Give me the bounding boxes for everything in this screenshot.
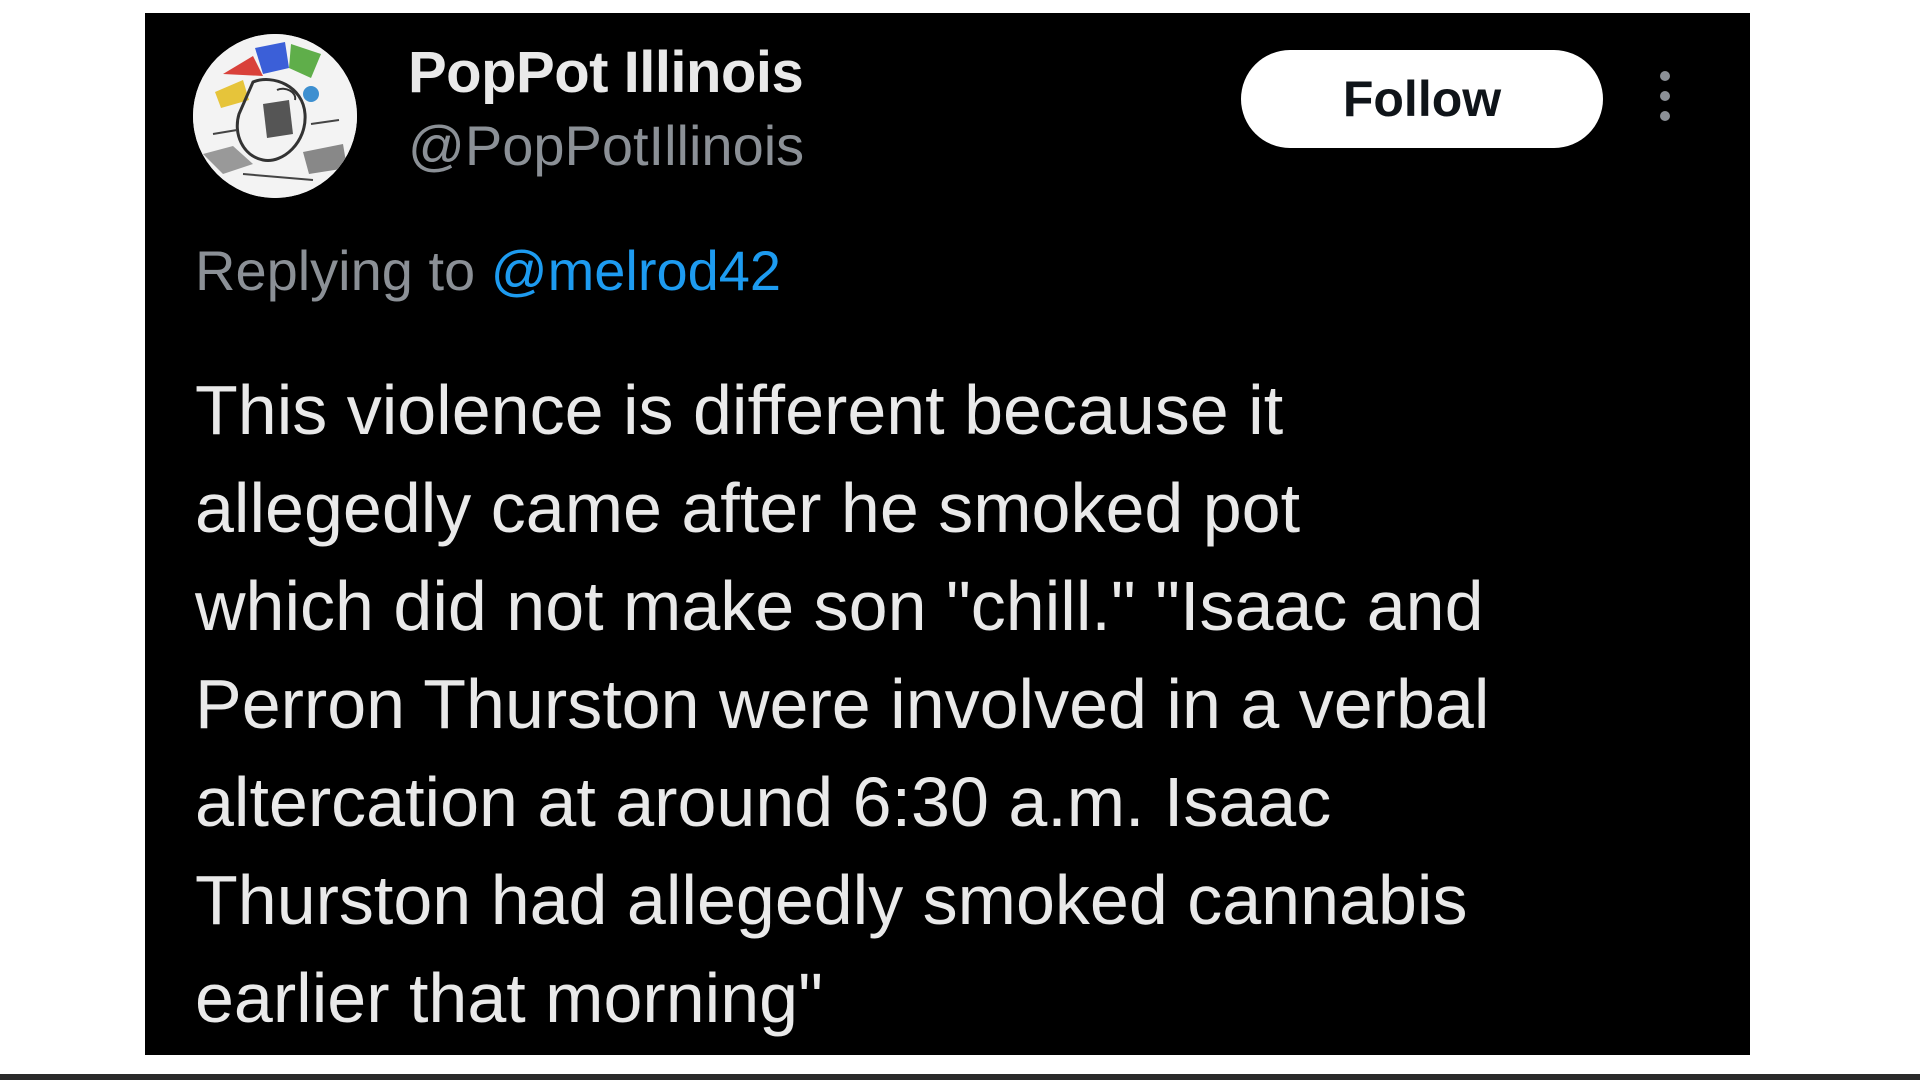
replying-to-label: Replying to: [195, 239, 476, 302]
tweet-text-line: Perron Thurston were involved in a verba…: [195, 665, 1490, 743]
tweet-text-line: This violence is different because it: [195, 371, 1284, 449]
tweet-card: PopPot Illinois @PopPotIllinois Follow R…: [145, 13, 1750, 1055]
follow-button[interactable]: Follow: [1241, 50, 1603, 148]
tweet-text-line: altercation at around 6:30 a.m. Isaac: [195, 763, 1332, 841]
avatar[interactable]: [193, 34, 357, 198]
tweet-text-line: Thurston had allegedly smoked cannabis: [195, 861, 1468, 939]
reply-mention-link[interactable]: @melrod42: [491, 239, 781, 302]
tweet-text: This violence is different because it al…: [195, 361, 1695, 1047]
cartoon-collage-avatar-icon: [193, 34, 357, 198]
bottom-edge-divider: [0, 1074, 1920, 1080]
author-handle[interactable]: @PopPotIllinois: [408, 113, 804, 178]
tweet-text-line: earlier that morning": [195, 959, 823, 1037]
author-display-name[interactable]: PopPot Illinois: [408, 39, 804, 106]
tweet-text-line: which did not make son "chill." "Isaac a…: [195, 567, 1484, 645]
tweet-text-line: allegedly came after he smoked pot: [195, 469, 1301, 547]
replying-to-line: Replying to @melrod42: [195, 238, 781, 303]
more-dots-vertical-icon[interactable]: [1655, 71, 1675, 131]
